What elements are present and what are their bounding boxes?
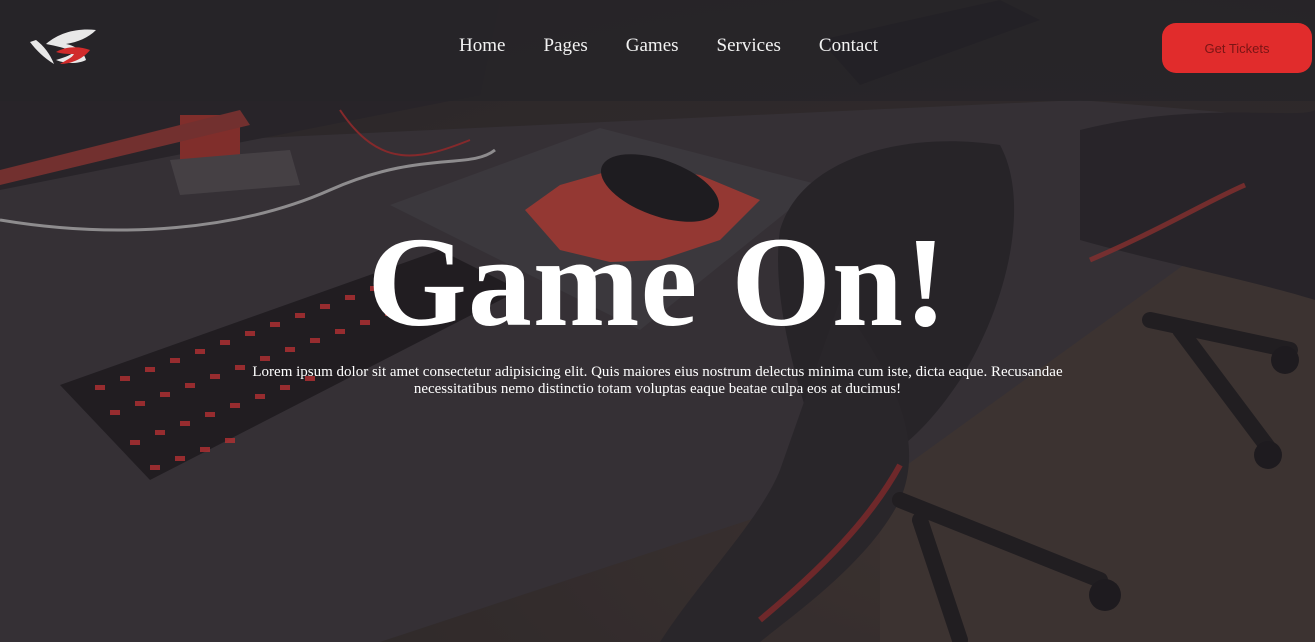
nav-link-home[interactable]: Home: [440, 32, 524, 60]
main-navigation: Home Pages Games Services Contact: [440, 32, 897, 60]
nav-link-pages[interactable]: Pages: [524, 32, 606, 60]
get-tickets-button[interactable]: Get Tickets: [1162, 23, 1312, 73]
site-header: Home Pages Games Services Contact Get Ti…: [0, 0, 1315, 101]
nav-link-contact[interactable]: Contact: [800, 32, 897, 60]
hero-description: Lorem ipsum dolor sit amet consectetur a…: [252, 364, 1063, 397]
nav-link-games[interactable]: Games: [607, 32, 698, 60]
nav-link-services[interactable]: Services: [698, 32, 800, 60]
gaming-brand-logo-icon[interactable]: [26, 24, 100, 72]
logo-icon: [30, 29, 96, 64]
hero-title: Game On!: [367, 211, 948, 353]
